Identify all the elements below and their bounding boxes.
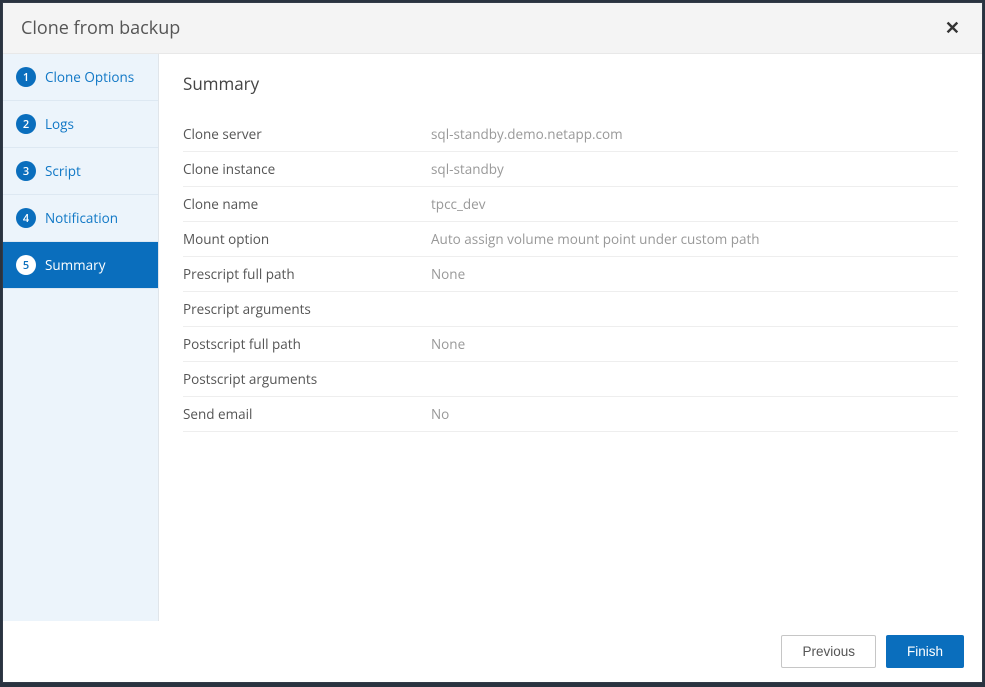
step-badge: 4 [16,208,36,228]
summary-label: Postscript arguments [183,370,431,388]
modal-header: Clone from backup ✕ [3,3,982,54]
step-badge: 5 [16,255,36,275]
summary-label: Mount option [183,230,431,248]
close-icon[interactable]: ✕ [941,19,964,37]
summary-row-prescript-args: Prescript arguments [183,292,958,327]
sidebar-item-label: Notification [45,209,118,227]
sidebar-item-logs[interactable]: 2 Logs [3,101,158,148]
summary-label: Clone instance [183,160,431,178]
summary-row-prescript-path: Prescript full path None [183,257,958,292]
clone-backup-modal: Clone from backup ✕ 1 Clone Options 2 Lo… [2,2,983,683]
modal-title: Clone from backup [21,16,180,40]
summary-value: sql-standby [431,160,504,178]
summary-label: Send email [183,405,431,423]
summary-row-clone-instance: Clone instance sql-standby [183,152,958,187]
sidebar-item-label: Logs [45,115,74,133]
step-badge: 2 [16,114,36,134]
modal-body: 1 Clone Options 2 Logs 3 Script 4 Notifi… [3,54,982,621]
summary-row-send-email: Send email No [183,397,958,432]
sidebar-item-label: Script [45,162,81,180]
modal-footer: Previous Finish [3,621,982,682]
step-badge: 1 [16,67,36,87]
sidebar-item-summary[interactable]: 5 Summary [3,242,158,289]
summary-value: No [431,405,449,423]
summary-value: tpcc_dev [431,195,486,213]
sidebar-item-script[interactable]: 3 Script [3,148,158,195]
step-badge: 3 [16,161,36,181]
sidebar-item-label: Summary [45,256,105,274]
sidebar-item-clone-options[interactable]: 1 Clone Options [3,54,158,101]
summary-row-clone-server: Clone server sql-standby.demo.netapp.com [183,117,958,152]
summary-value: None [431,335,465,353]
sidebar-item-label: Clone Options [45,68,134,86]
summary-label: Prescript arguments [183,300,431,318]
previous-button[interactable]: Previous [781,635,876,668]
summary-label: Clone server [183,125,431,143]
wizard-sidebar: 1 Clone Options 2 Logs 3 Script 4 Notifi… [3,54,159,621]
summary-row-mount-option: Mount option Auto assign volume mount po… [183,222,958,257]
summary-row-clone-name: Clone name tpcc_dev [183,187,958,222]
summary-label: Prescript full path [183,265,431,283]
content-panel: Summary Clone server sql-standby.demo.ne… [159,54,982,621]
summary-value: sql-standby.demo.netapp.com [431,125,623,143]
finish-button[interactable]: Finish [886,635,964,668]
summary-value: Auto assign volume mount point under cus… [431,230,760,248]
summary-label: Clone name [183,195,431,213]
sidebar-item-notification[interactable]: 4 Notification [3,195,158,242]
summary-row-postscript-args: Postscript arguments [183,362,958,397]
summary-value: None [431,265,465,283]
summary-label: Postscript full path [183,335,431,353]
summary-row-postscript-path: Postscript full path None [183,327,958,362]
content-title: Summary [183,72,958,95]
